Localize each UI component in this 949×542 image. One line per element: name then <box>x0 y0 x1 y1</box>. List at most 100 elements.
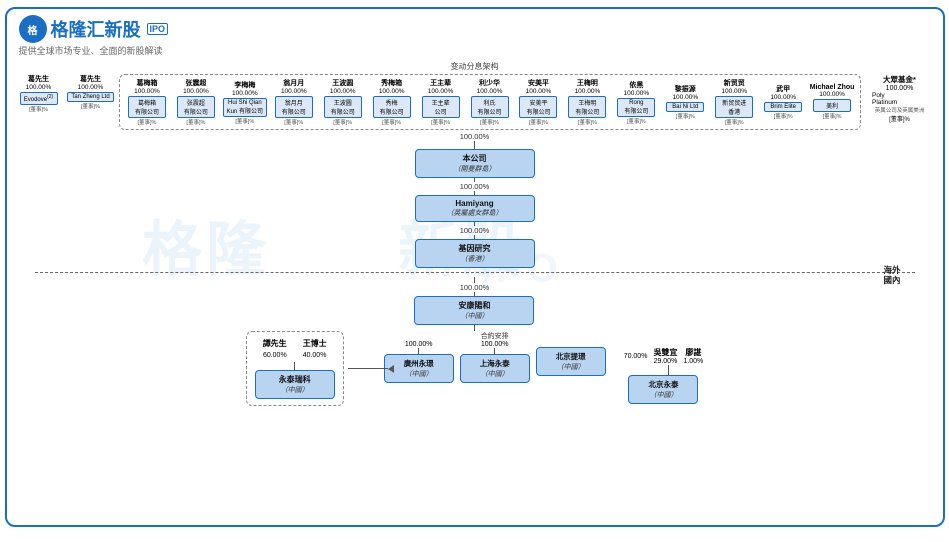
sh-sub-v9: [董事]% <box>529 118 548 126</box>
divider-area: 海外 國內 <box>35 272 915 273</box>
sh-col-v9: 安美平 100.00% 安美平有限公司 [董事]% <box>515 78 562 126</box>
company3-sub: （香港） <box>461 256 489 263</box>
liao-name: 廖諶 <box>685 347 701 358</box>
sh-sub-1: [董事]% <box>29 105 48 113</box>
sh-pct-1: 100.00% <box>26 84 52 91</box>
ankai-sub: （中國） <box>460 313 488 320</box>
logo-area: 格 格隆汇新股 IPO 提供全球市场专业、全面的新股解读 <box>19 15 169 57</box>
contract-label: 合約安排 <box>481 331 509 341</box>
yongtai-ruike-box: 永泰瑞科（中國） <box>255 370 335 399</box>
main-flow: 100.00% 本公司 （開曼群島） 100.00% Hamiyang （英屬處… <box>15 132 935 406</box>
sh-pct-v1: 100.00% <box>134 88 160 95</box>
sh-sub-v6: [董事]% <box>382 118 401 126</box>
sh-col-v5: 王波圆 100.00% 王波圆有限公司 [董事]% <box>319 78 366 126</box>
guangzhou-box: 廣州永璟（中國） <box>384 354 454 383</box>
sh-box-v5: 王波圆有限公司 <box>324 96 362 118</box>
sh-box-v2: 张震超有限公司 <box>177 96 215 118</box>
domestic-label: 國內 <box>883 274 900 286</box>
sh-name-v11: 依黑 <box>629 80 643 90</box>
contract-arrow <box>348 365 394 373</box>
sh-name-v1: 葛梅箱 <box>136 78 157 88</box>
header: 格 格隆汇新股 IPO 提供全球市场专业、全面的新股解读 <box>7 9 943 59</box>
sh-pct-v12: 100.00% <box>672 94 698 101</box>
sh-sub-v11: [董事]% <box>627 117 646 125</box>
pct-to-company1: 100.00% <box>460 132 490 141</box>
sh-pct-v3: 100.00% <box>232 90 258 97</box>
sh-pct-v7: 100.00% <box>428 88 454 95</box>
sh-name-v3: 李梅梅 <box>234 80 255 90</box>
sh-name-v12: 黎振源 <box>675 84 696 94</box>
gz-pct: 100.00% <box>405 341 433 348</box>
sh-pct-v4: 100.00% <box>281 88 307 95</box>
pct-to-company2: 100.00% <box>460 182 490 191</box>
arrow-line <box>348 368 388 369</box>
pct-to-company3: 100.00% <box>460 226 490 235</box>
vie-border-box: 葛梅箱 100.00% 葛梅箱有限公司 [董事]% 张震超 100.00% 张震… <box>119 74 861 130</box>
sh-box-v4: 翁月月有限公司 <box>275 96 313 118</box>
ankai-box: 安康陽和 （中國） <box>414 296 534 325</box>
pct-to-ankai: 100.00% <box>460 283 490 292</box>
fund-name: 大眾基金* <box>883 74 916 85</box>
left-domestic: 譚先生 王博士 60.00% 40.00% <box>246 331 344 406</box>
liao-pct: 1.00% <box>683 358 703 365</box>
sh-box-v3: Hui Shi QianKun 有限公司 <box>223 98 267 117</box>
sh-pct-v10: 100.00% <box>575 88 601 95</box>
sh-box-v9: 安美平有限公司 <box>519 96 557 118</box>
right-persons-row: 70.00% 吳雙宜 29.00% 廖諶 1.00% <box>624 347 704 404</box>
ipo-badge: IPO <box>147 23 169 35</box>
poly-box: PolyPlatinum <box>872 92 927 106</box>
sh-box-v13: 新贸贸进香港 <box>715 96 753 118</box>
person-tan: 譚先生 <box>263 338 287 349</box>
sh-pct-v14: 100.00% <box>770 94 796 101</box>
wang-name: 王博士 <box>303 338 327 349</box>
sh-col-v12: 黎振源 100.00% Bai Ni Ltd [董事]% <box>662 84 709 120</box>
poly-sub: 英属公司及英属美洲 <box>875 106 925 114</box>
company1-name: 本公司 <box>463 154 487 163</box>
sh-name-v7: 王主辈 <box>430 78 451 88</box>
sh-sub-v3: [董事]% <box>235 117 254 125</box>
sh-name-v9: 安美平 <box>528 78 549 88</box>
sh-sub-v7: [董事]% <box>431 118 450 126</box>
sh-sub-v2: [董事]% <box>186 118 205 126</box>
connector-1 <box>474 141 475 149</box>
sh-sub-v4: [董事]% <box>284 118 303 126</box>
sh-pct-2: 100.00% <box>78 84 104 91</box>
yongtai-area: 70.00% 吳雙宜 29.00% 廖諶 1.00% <box>624 347 704 365</box>
sh-col-1: 葛先生 100.00% Evodove(2) [董事]% <box>15 74 63 113</box>
sh-name-1: 葛先生 <box>28 74 49 84</box>
shanghai-box: 上海永泰（中國） <box>460 354 530 383</box>
logo-text: 格隆汇新股 <box>51 16 141 42</box>
ankai-name: 安康陽和 <box>458 301 490 310</box>
bottom-row: 譚先生 王博士 60.00% 40.00% <box>246 331 704 406</box>
beijing-yongtai-area: 70.00% 吳雙宜 29.00% 廖諶 1.00% <box>624 347 704 404</box>
sh-box-v14: Brim Elite <box>764 102 802 112</box>
vie-label: 变动分息架构 <box>15 61 935 72</box>
yongtai-main: 70.00% <box>624 353 648 360</box>
sh-col-v6: 秀梅箱 100.00% 秀梅有限公司 [董事]% <box>368 78 415 126</box>
fund-pct: 100.00% <box>886 85 914 92</box>
sh-col-v7: 王主辈 100.00% 王主辈公司 [董事]% <box>417 78 464 126</box>
shanghai-col: 100.00% 上海永泰（中國） <box>460 341 530 383</box>
sh-box-v15: 美利 <box>813 99 851 112</box>
arrow-head <box>388 365 394 373</box>
nb-connector <box>668 365 669 375</box>
sh-col-v4: 翁月月 100.00% 翁月月有限公司 [董事]% <box>270 78 317 126</box>
sh-pct-v2: 100.00% <box>183 88 209 95</box>
sh-sub-v1: [董事]% <box>137 118 156 126</box>
left-persons: 譚先生 王博士 <box>263 338 327 349</box>
left-pcts: 60.00% 40.00% <box>263 352 327 359</box>
wang-pct: 40.00% <box>303 352 327 359</box>
company2-name: Hamiyang <box>455 199 493 208</box>
left-shareholders: 葛先生 100.00% Evodove(2) [董事]% 葛先生 100.00%… <box>15 74 115 113</box>
sh-name-v5: 王波圆 <box>332 78 353 88</box>
sh-name-v2: 张震超 <box>185 78 206 88</box>
beijing-col: 北京提璟（中國） <box>536 341 606 376</box>
sh-sub-v14: [董事]% <box>774 112 793 120</box>
right-persons: 70.00% 吳雙宜 29.00% 廖諶 1.00% <box>624 347 704 404</box>
connector-left <box>294 362 295 370</box>
sh-col-v2: 张震超 100.00% 张震超有限公司 [董事]% <box>172 78 219 126</box>
sh-name-v8: 利少华 <box>479 78 500 88</box>
main-container: 格 格隆汇新股 IPO 提供全球市场专业、全面的新股解读 格隆 新股 IPO 变… <box>5 7 945 527</box>
sh-name-v15: Michael Zhou <box>810 84 855 91</box>
sh-box-2: Tan Zheng Ltd <box>67 92 113 102</box>
